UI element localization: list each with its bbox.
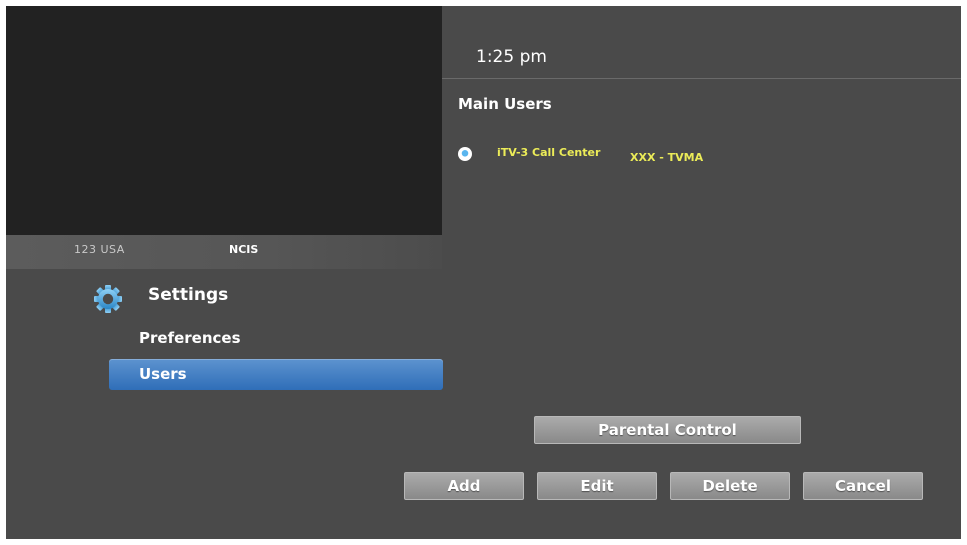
delete-button[interactable]: Delete: [670, 472, 790, 500]
parental-control-button[interactable]: Parental Control: [534, 416, 801, 444]
menu-item-users[interactable]: Users: [109, 359, 443, 390]
menu-item-label: Users: [139, 365, 187, 383]
menu-item-preferences[interactable]: Preferences: [109, 323, 443, 354]
settings-screen: 123 USA NCIS 1:25 pm Main Users iTV-3 Ca…: [6, 6, 961, 539]
user-rating: XXX - TVMA: [630, 151, 704, 164]
header-divider: [442, 78, 961, 79]
user-name: iTV-3 Call Center: [497, 146, 601, 159]
channel-number: 123 USA: [74, 243, 125, 256]
program-name: NCIS: [229, 243, 259, 256]
gear-icon: [91, 284, 125, 318]
menu-item-label: Preferences: [139, 329, 241, 347]
edit-button[interactable]: Edit: [537, 472, 657, 500]
add-button[interactable]: Add: [404, 472, 524, 500]
users-list-heading: Main Users: [458, 95, 552, 113]
channel-info-bar: 123 USA NCIS: [6, 235, 442, 269]
clock: 1:25 pm: [476, 47, 547, 67]
user-radio-button[interactable]: [458, 147, 472, 161]
video-preview: [6, 6, 442, 235]
cancel-button[interactable]: Cancel: [803, 472, 923, 500]
settings-title: Settings: [148, 285, 229, 305]
